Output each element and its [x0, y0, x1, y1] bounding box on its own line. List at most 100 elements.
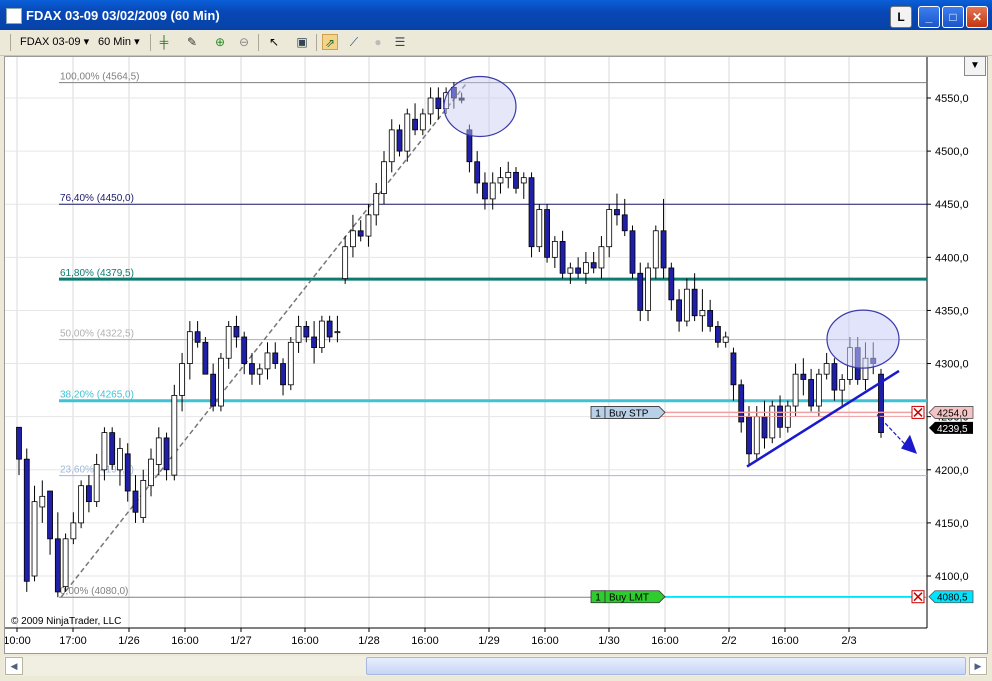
candle-body — [404, 113, 411, 152]
chart-menu-dropdown[interactable]: ▼ — [964, 56, 986, 76]
candle-body — [179, 363, 185, 396]
candle-body — [109, 432, 116, 465]
order-qty: 1 — [595, 593, 601, 604]
candle-body — [381, 161, 387, 194]
instrument-selector[interactable]: FDAX 03-09 ▾ — [20, 34, 89, 51]
data-box-icon[interactable]: ☰ — [392, 34, 408, 50]
candle-body — [497, 177, 504, 184]
candle-body — [249, 363, 255, 375]
candle-body — [62, 538, 69, 588]
toolbar-grip — [10, 34, 11, 51]
y-tick-label: 4550,0 — [935, 93, 969, 105]
candle-body — [342, 246, 349, 279]
candle-body — [155, 437, 162, 465]
candle-body — [746, 416, 752, 455]
chart-panel[interactable]: 4550,04500,04450,04400,04350,04300,04250… — [3, 56, 988, 654]
candle-body — [652, 230, 659, 269]
candle-body — [808, 379, 815, 407]
highlight-ellipse — [443, 75, 517, 138]
candle-body — [311, 336, 317, 349]
candle-body — [326, 320, 333, 338]
maximize-button[interactable]: □ — [942, 6, 964, 28]
y-tick-label: 4150,0 — [935, 518, 969, 530]
cursor-icon[interactable]: ↖ — [266, 34, 282, 50]
chevron-down-icon: ▾ — [134, 36, 140, 48]
y-tick-label: 4450,0 — [935, 199, 969, 211]
y-tick-label: 4200,0 — [935, 465, 969, 477]
candle-body — [567, 267, 574, 274]
candle-body — [218, 357, 224, 407]
candle-body — [761, 416, 768, 439]
candle-body — [163, 437, 170, 471]
candle-body — [171, 395, 178, 476]
candle-body — [225, 325, 232, 359]
candle-body — [202, 341, 209, 375]
candle-body — [668, 267, 675, 301]
fib-level-label: 50,00% (4322,5) — [60, 329, 134, 340]
candle-body — [47, 490, 53, 540]
indicator-icon[interactable]: ⟋ — [346, 34, 362, 50]
candle-body — [85, 485, 92, 503]
strategy-icon[interactable]: ⇗ — [322, 34, 338, 50]
interval-selector[interactable]: 60 Min ▾ — [98, 34, 140, 51]
candle-body — [388, 129, 395, 163]
candle-body — [140, 479, 147, 518]
chart-toolbar: FDAX 03-09 ▾ 60 Min ▾ ╪ ✎ ⊕ ⊖ ↖ ▣ ⇗ ⟋ ● … — [0, 30, 992, 56]
candle-body — [621, 214, 628, 232]
x-tick-label: 16:00 — [531, 635, 559, 647]
candle-body — [691, 288, 698, 317]
candle-body — [233, 325, 240, 338]
zoom-out-icon[interactable]: ⊖ — [236, 34, 252, 50]
last-price-label: 4239,5 — [937, 424, 968, 435]
fib-level-label: 38,20% (4265,0) — [60, 390, 134, 401]
candle-body — [544, 209, 550, 258]
fib-level-label: 100,00% (4564,5) — [60, 72, 140, 83]
window-title: FDAX 03-09 03/02/2009 (60 Min) — [26, 8, 220, 23]
candle-body — [435, 97, 442, 110]
close-button[interactable]: ✕ — [966, 6, 988, 28]
candle-body — [831, 363, 838, 391]
candle-body — [295, 325, 302, 343]
candle-body — [722, 336, 729, 343]
disabled-icon[interactable]: ● — [370, 34, 386, 50]
candle-body — [78, 485, 85, 524]
candle-body — [124, 453, 131, 492]
scroll-left-icon[interactable]: ◀ — [5, 657, 23, 675]
candle-body — [520, 177, 527, 184]
candle-body — [132, 490, 139, 513]
horizontal-scrollbar[interactable]: ◀ ▶ — [4, 656, 988, 676]
y-tick-label: 4500,0 — [935, 146, 969, 158]
scroll-right-icon[interactable]: ▶ — [969, 657, 987, 675]
fib-level-label: 61,80% (4379,5) — [60, 268, 134, 279]
y-tick-label: 4100,0 — [935, 571, 969, 583]
candlestick-icon[interactable]: ╪ — [156, 34, 172, 50]
x-tick-label: 17:00 — [59, 635, 87, 647]
fib-level-label: 0,00% (4080,0) — [60, 586, 128, 597]
candle-body — [419, 113, 426, 131]
candle-body — [93, 464, 100, 503]
candle-body — [559, 240, 566, 274]
candle-body — [707, 310, 714, 327]
scroll-thumb[interactable] — [366, 657, 966, 675]
candle-body — [505, 171, 512, 179]
order-type: Buy STP — [609, 408, 649, 419]
minimize-button[interactable]: _ — [918, 6, 940, 28]
price-chart[interactable]: 4550,04500,04450,04400,04350,04300,04250… — [3, 57, 987, 653]
chevron-down-icon: ▼ — [970, 60, 980, 71]
candle-body — [365, 214, 372, 237]
candle-body — [54, 538, 61, 593]
candle-body — [536, 209, 543, 248]
candle-body — [148, 458, 154, 487]
properties-icon[interactable]: ▣ — [294, 34, 310, 50]
candle-body — [590, 262, 597, 269]
pencil-icon[interactable]: ✎ — [184, 34, 200, 50]
link-button[interactable]: L — [890, 6, 912, 28]
candle-body — [373, 193, 380, 216]
zoom-in-icon[interactable]: ⊕ — [212, 34, 228, 50]
candle-body — [16, 426, 22, 460]
order-qty: 1 — [595, 408, 601, 419]
x-tick-label: 16:00 — [291, 635, 319, 647]
y-tick-label: 4300,0 — [935, 359, 969, 371]
x-tick-label: 1/26 — [118, 635, 139, 647]
x-tick-label: 1/28 — [358, 635, 379, 647]
